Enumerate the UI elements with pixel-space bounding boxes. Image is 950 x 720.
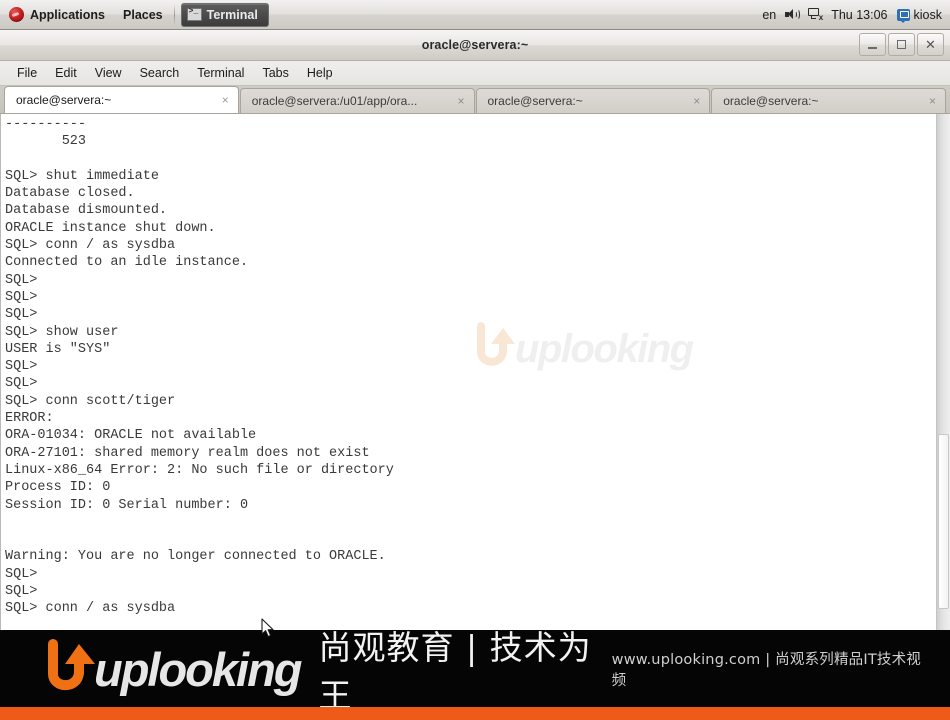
- banner-logo: uplooking 尚观教育 | 技术为王: [40, 630, 612, 717]
- volume-indicator[interactable]: [785, 8, 801, 21]
- menu-file[interactable]: File: [8, 64, 46, 82]
- menu-terminal[interactable]: Terminal: [188, 64, 253, 82]
- maximize-button[interactable]: [888, 33, 915, 56]
- fedora-logo-icon: [9, 7, 24, 22]
- panel-right-group: en x Thu 13:06 kiosk: [762, 0, 950, 29]
- bottom-banner: uplooking 尚观教育 | 技术为王 www.uplooking.com …: [0, 630, 950, 720]
- screen-root: Applications Places Terminal en: [0, 0, 950, 720]
- terminal-scrollbar[interactable]: [936, 114, 950, 630]
- network-indicator[interactable]: x: [808, 8, 823, 22]
- places-menu-label: Places: [123, 7, 163, 22]
- user-kiosk-icon: [896, 8, 910, 23]
- banner-right-text: www.uplooking.com | 尚观系列精品IT技术视频: [611, 652, 922, 689]
- terminal-icon: [186, 7, 202, 21]
- gnome-top-panel: Applications Places Terminal en: [0, 0, 950, 30]
- banner-orange-stripe: [0, 707, 950, 720]
- tab-0-close-icon[interactable]: ×: [219, 94, 232, 107]
- user-menu-label: kiosk: [913, 7, 942, 22]
- applications-menu-label: Applications: [30, 7, 106, 22]
- tab-0-label: oracle@servera:~: [16, 93, 112, 107]
- menu-view[interactable]: View: [86, 64, 131, 82]
- window-title: oracle@servera:~: [421, 38, 529, 52]
- menu-edit[interactable]: Edit: [46, 64, 86, 82]
- mouse-cursor-icon: [261, 618, 275, 639]
- tab-2[interactable]: oracle@servera:~ ×: [475, 88, 711, 113]
- uplooking-arrow-icon: [40, 638, 98, 700]
- tab-1-close-icon[interactable]: ×: [455, 95, 468, 108]
- banner-content: uplooking 尚观教育 | 技术为王 www.uplooking.com …: [0, 630, 950, 715]
- close-button[interactable]: ✕: [917, 33, 944, 56]
- taskbar-item-terminal[interactable]: Terminal: [180, 2, 269, 27]
- minimize-button[interactable]: [859, 33, 886, 56]
- scrollbar-thumb[interactable]: [938, 433, 949, 610]
- banner-logo-word: uplooking: [94, 642, 303, 696]
- terminal-output: ---------- 523 SQL> shut immediate Datab…: [5, 117, 394, 617]
- speaker-icon: [785, 8, 801, 21]
- tab-3-close-icon[interactable]: ×: [926, 95, 939, 108]
- tab-3[interactable]: oracle@servera:~ ×: [711, 88, 946, 113]
- taskbar-item-label: Terminal: [206, 7, 258, 22]
- terminal-window: oracle@servera:~ ✕ File Edit View Search…: [0, 30, 950, 638]
- tab-2-label: oracle@servera:~: [487, 94, 583, 108]
- minimize-icon: [868, 47, 877, 49]
- panel-left-group: Applications Places Terminal: [0, 0, 269, 29]
- window-titlebar[interactable]: oracle@servera:~ ✕: [0, 30, 950, 61]
- places-menu[interactable]: Places: [114, 0, 172, 29]
- menu-search[interactable]: Search: [131, 64, 189, 82]
- banner-tagline: 尚观教育 | 技术为王: [318, 630, 592, 715]
- tab-2-close-icon[interactable]: ×: [690, 95, 703, 108]
- applications-menu[interactable]: Applications: [0, 0, 114, 29]
- clock-indicator[interactable]: Thu 13:06: [831, 8, 887, 22]
- tab-1[interactable]: oracle@servera:/u01/app/ora... ×: [239, 88, 475, 113]
- menu-tabs[interactable]: Tabs: [253, 64, 297, 82]
- menu-bar: File Edit View Search Terminal Tabs Help: [0, 61, 950, 86]
- tab-bar: oracle@servera:~ × oracle@servera:/u01/a…: [0, 86, 950, 114]
- tab-3-label: oracle@servera:~: [723, 94, 819, 108]
- menu-help[interactable]: Help: [298, 64, 342, 82]
- user-menu[interactable]: kiosk: [896, 7, 942, 23]
- network-disconnected-icon: x: [808, 8, 823, 22]
- tab-1-label: oracle@servera:/u01/app/ora...: [251, 94, 418, 108]
- clock-label: Thu 13:06: [831, 7, 888, 22]
- maximize-icon: [897, 40, 906, 49]
- panel-separator: [173, 3, 175, 26]
- keyboard-layout-indicator[interactable]: en: [762, 8, 776, 22]
- keyboard-layout-label: en: [762, 7, 777, 22]
- terminal-body[interactable]: uplooking ---------- 523 SQL> shut immed…: [0, 114, 950, 630]
- close-icon: ✕: [925, 37, 936, 52]
- tab-0[interactable]: oracle@servera:~ ×: [4, 86, 239, 113]
- window-controls: ✕: [859, 33, 944, 56]
